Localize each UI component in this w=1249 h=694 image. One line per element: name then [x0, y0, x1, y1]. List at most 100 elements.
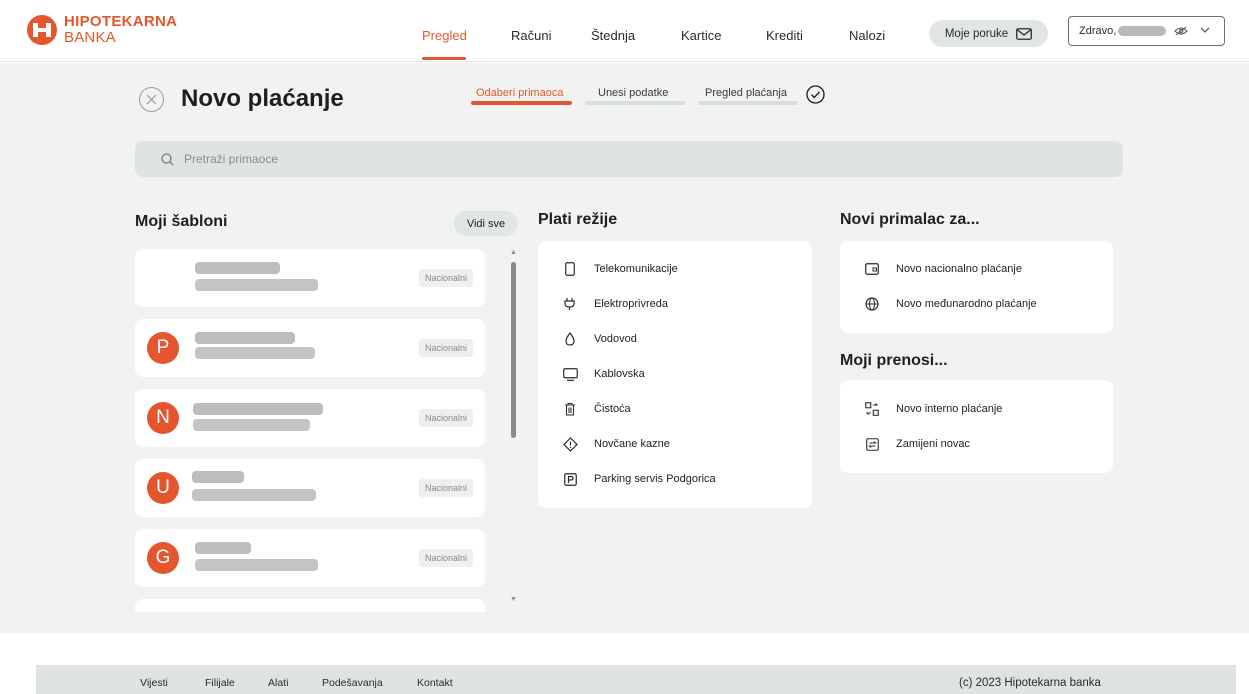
parking-icon [562, 471, 578, 487]
step-bar-3 [698, 101, 798, 105]
bill-label: Vodovod [594, 333, 637, 345]
bill-label: Kablovska [594, 368, 645, 380]
user-menu[interactable]: Zdravo, [1068, 16, 1225, 46]
scroll-down-arrow-icon[interactable]: ▼ [510, 596, 517, 603]
close-button[interactable] [139, 87, 164, 112]
bill-item-cable[interactable]: Kablovska [562, 366, 645, 382]
main-content: Novo plaćanje Odaberi primaoca Unesi pod… [0, 63, 1249, 633]
option-label: Zamijeni novac [896, 438, 970, 450]
redacted-name [195, 542, 251, 554]
plug-icon [562, 296, 578, 312]
template-badge: Nacionalni [418, 479, 473, 497]
templates-list: Nacionalni P Nacionalni N Nacionalni U N… [135, 249, 485, 612]
template-card[interactable]: G Nacionalni [135, 529, 485, 587]
logo-mark-icon [26, 14, 58, 46]
nav-active-indicator [422, 57, 466, 60]
bill-item-fines[interactable]: Novčane kazne [562, 436, 670, 452]
water-drop-icon [562, 331, 578, 347]
redacted-account [195, 347, 315, 359]
transfers-panel: Novo interno plaćanje Zamijeni novac [840, 380, 1113, 473]
chevron-down-icon [1200, 27, 1210, 33]
new-national-payment[interactable]: Novo nacionalno plaćanje [864, 261, 1022, 277]
bill-item-electricity[interactable]: Elektroprivreda [562, 296, 668, 312]
exchange-money[interactable]: Zamijeni novac [864, 436, 970, 452]
scroll-up-arrow-icon[interactable]: ▲ [510, 249, 517, 256]
footer-link-podesavanja[interactable]: Podešavanja [322, 677, 383, 689]
close-icon [146, 94, 157, 105]
nav-stednja[interactable]: Štednja [591, 28, 635, 43]
bill-label: Telekomunikacije [594, 263, 678, 275]
internal-transfer-icon [864, 401, 880, 417]
footer-link-filijale[interactable]: Filijale [205, 677, 235, 689]
footer-link-kontakt[interactable]: Kontakt [417, 677, 453, 689]
redacted-username [1118, 26, 1167, 36]
recipient-search[interactable] [135, 141, 1123, 177]
bills-title: Plati režije [538, 211, 618, 228]
eye-off-icon[interactable] [1174, 26, 1189, 36]
footer: Vijesti Filijale Alati Podešavanja Konta… [36, 665, 1236, 694]
redacted-name [193, 403, 323, 415]
bank-logo[interactable]: HIPOTEKARNA BANKA [26, 14, 177, 46]
bills-panel: Telekomunikacije Elektroprivreda Vodovod… [538, 241, 812, 508]
templates-title: Moji šabloni [135, 213, 228, 230]
redacted-account [195, 559, 318, 571]
redacted-name [192, 471, 244, 483]
avatar: U [147, 472, 179, 504]
globe-icon [864, 296, 880, 312]
footer-link-vijesti[interactable]: Vijesti [140, 677, 168, 689]
avatar: G [147, 542, 179, 574]
transfers-title: Moji prenosi... [840, 352, 948, 369]
see-all-button[interactable]: Vidi sve [454, 211, 518, 236]
avatar: P [147, 332, 179, 364]
bill-item-water[interactable]: Vodovod [562, 331, 637, 347]
greeting-text: Zdravo, [1079, 25, 1117, 37]
redacted-account [195, 279, 318, 291]
logo-subname: BANKA [64, 29, 116, 46]
bill-label: Čistoća [594, 403, 631, 415]
template-card[interactable]: P Nacionalni [135, 319, 485, 377]
redacted-account [193, 419, 310, 431]
redacted-name [195, 332, 295, 344]
new-internal-payment[interactable]: Novo interno plaćanje [864, 401, 1002, 417]
exchange-icon [864, 436, 880, 452]
template-badge: Nacionalni [418, 409, 473, 427]
templates-scrollbar[interactable]: ▲ ▼ [509, 249, 517, 609]
step-bar-1 [471, 101, 572, 105]
nav-kartice[interactable]: Kartice [681, 28, 721, 43]
bill-item-sanitation[interactable]: Čistoća [562, 401, 631, 417]
nav-krediti[interactable]: Krediti [766, 28, 803, 43]
template-card[interactable] [135, 599, 485, 612]
step-select-recipient[interactable]: Odaberi primaoca [476, 87, 563, 99]
template-card[interactable]: N Nacionalni [135, 389, 485, 447]
redacted-account [192, 489, 316, 501]
step-review-payment[interactable]: Pregled plaćanja [705, 87, 787, 99]
messages-button[interactable]: Moje poruke [929, 20, 1048, 47]
nav-racuni[interactable]: Računi [511, 28, 551, 43]
template-card[interactable]: Nacionalni [135, 249, 485, 307]
avatar: N [147, 402, 179, 434]
step-bar-2 [585, 101, 685, 105]
template-card[interactable]: U Nacionalni [135, 459, 485, 517]
bill-label: Elektroprivreda [594, 298, 668, 310]
option-label: Novo međunarodno plaćanje [896, 298, 1037, 310]
option-label: Novo interno plaćanje [896, 403, 1003, 415]
bill-item-parking[interactable]: Parking servis Podgorica [562, 471, 716, 487]
redacted-name [195, 262, 280, 274]
new-recipient-panel: Novo nacionalno plaćanje Novo međunarodn… [840, 241, 1113, 333]
messages-label: Moje poruke [944, 27, 1009, 40]
scroll-thumb[interactable] [511, 262, 516, 438]
template-badge: Nacionalni [418, 269, 473, 287]
step-enter-data[interactable]: Unesi podatke [598, 87, 668, 99]
footer-link-alati[interactable]: Alati [268, 677, 288, 689]
nav-nalozi[interactable]: Nalozi [849, 28, 885, 43]
nav-pregled[interactable]: Pregled [422, 28, 467, 43]
phone-icon [562, 261, 578, 277]
bill-item-telecom[interactable]: Telekomunikacije [562, 261, 678, 277]
wallet-icon [864, 261, 880, 277]
search-icon [161, 152, 174, 166]
search-input[interactable] [184, 152, 584, 166]
check-circle-icon [806, 85, 825, 104]
new-international-payment[interactable]: Novo međunarodno plaćanje [864, 296, 1037, 312]
new-recipient-title: Novi primalac za... [840, 211, 980, 228]
option-label: Novo nacionalno plaćanje [896, 263, 1022, 275]
